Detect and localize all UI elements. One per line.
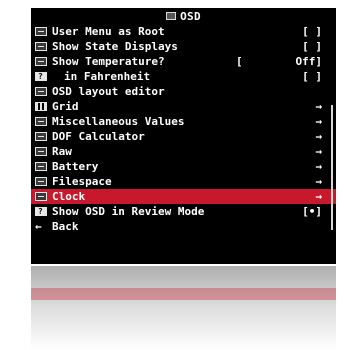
menu-item-label: Miscellaneous Values bbox=[52, 115, 185, 128]
menu-icon bbox=[35, 27, 47, 36]
menu-item-label: Grid bbox=[52, 100, 79, 113]
help-icon bbox=[35, 207, 47, 216]
checkbox-value: [ ] bbox=[302, 25, 322, 38]
help-icon bbox=[35, 72, 47, 81]
menu-item-label: Raw bbox=[52, 145, 72, 158]
menu-title: OSD bbox=[180, 9, 201, 23]
menu-item-label: DOF Calculator bbox=[52, 130, 145, 143]
choice-value: Off] bbox=[295, 55, 323, 68]
battery-icon bbox=[35, 162, 47, 171]
menu-item-show-temperature[interactable]: Show Temperature? [ Off] bbox=[31, 54, 336, 69]
menu-item-label: Battery bbox=[52, 160, 99, 173]
dof-icon bbox=[35, 132, 47, 141]
submenu-arrow-icon: → bbox=[315, 160, 322, 173]
camera-display: OSD User Menu as Root [ ] Show State Dis… bbox=[0, 0, 362, 350]
menu-item-miscellaneous-values[interactable]: Miscellaneous Values → bbox=[31, 114, 336, 129]
misc-icon bbox=[35, 117, 47, 126]
reflection-highlight bbox=[31, 288, 336, 300]
submenu-arrow-icon: → bbox=[315, 130, 322, 143]
submenu-arrow-icon: → bbox=[315, 145, 322, 158]
checkbox-value: [ ] bbox=[302, 70, 322, 83]
grid-icon bbox=[35, 102, 47, 111]
submenu-arrow-icon: → bbox=[315, 115, 322, 128]
menu-item-label: in Fahrenheit bbox=[64, 70, 151, 83]
clock-icon bbox=[35, 192, 47, 201]
menu-item-raw[interactable]: Raw → bbox=[31, 144, 336, 159]
back-arrow-icon: ← bbox=[35, 220, 42, 233]
menu-list: User Menu as Root [ ] Show State Display… bbox=[31, 24, 336, 234]
value-bracket: [ bbox=[236, 55, 243, 68]
menu-item-osd-layout-editor[interactable]: OSD layout editor bbox=[31, 84, 336, 99]
menu-item-user-menu-as-root[interactable]: User Menu as Root [ ] bbox=[31, 24, 336, 39]
filespace-icon bbox=[35, 177, 47, 186]
menu-item-dof-calculator[interactable]: DOF Calculator → bbox=[31, 129, 336, 144]
reflection-gradient bbox=[31, 266, 336, 350]
osd-icon bbox=[166, 12, 177, 20]
menu-item-back[interactable]: ← Back bbox=[31, 219, 336, 234]
menu-item-in-fahrenheit[interactable]: in Fahrenheit [ ] bbox=[31, 69, 336, 84]
menu-item-label: Show Temperature? bbox=[52, 55, 165, 68]
menu-item-label: Back bbox=[52, 220, 79, 233]
submenu-arrow-icon: → bbox=[315, 190, 322, 203]
menu-header: OSD bbox=[31, 8, 336, 24]
submenu-arrow-icon: → bbox=[315, 175, 322, 188]
checkbox-value: [ ] bbox=[302, 40, 322, 53]
osd-menu-screen: OSD User Menu as Root [ ] Show State Dis… bbox=[31, 8, 336, 264]
menu-item-label: Show State Displays bbox=[52, 40, 178, 53]
scrollbar[interactable] bbox=[331, 105, 333, 230]
layout-icon bbox=[35, 87, 47, 96]
raw-icon bbox=[35, 147, 47, 156]
submenu-arrow-icon: → bbox=[315, 100, 322, 113]
list-icon bbox=[35, 42, 47, 51]
menu-item-battery[interactable]: Battery → bbox=[31, 159, 336, 174]
menu-item-filespace[interactable]: Filespace → bbox=[31, 174, 336, 189]
menu-item-show-state-displays[interactable]: Show State Displays [ ] bbox=[31, 39, 336, 54]
menu-item-label: OSD layout editor bbox=[52, 85, 165, 98]
list-icon bbox=[35, 57, 47, 66]
menu-item-label: Show OSD in Review Mode bbox=[52, 205, 205, 218]
menu-item-label: User Menu as Root bbox=[52, 25, 165, 38]
menu-item-label: Clock bbox=[52, 190, 86, 203]
screen-reflection bbox=[31, 266, 336, 350]
menu-item-grid[interactable]: Grid → bbox=[31, 99, 336, 114]
menu-item-label: Filespace bbox=[52, 175, 112, 188]
checkbox-value: [•] bbox=[302, 205, 322, 218]
menu-item-clock[interactable]: Clock → bbox=[31, 189, 336, 204]
menu-item-show-osd-in-review-mode[interactable]: Show OSD in Review Mode [•] bbox=[31, 204, 336, 219]
